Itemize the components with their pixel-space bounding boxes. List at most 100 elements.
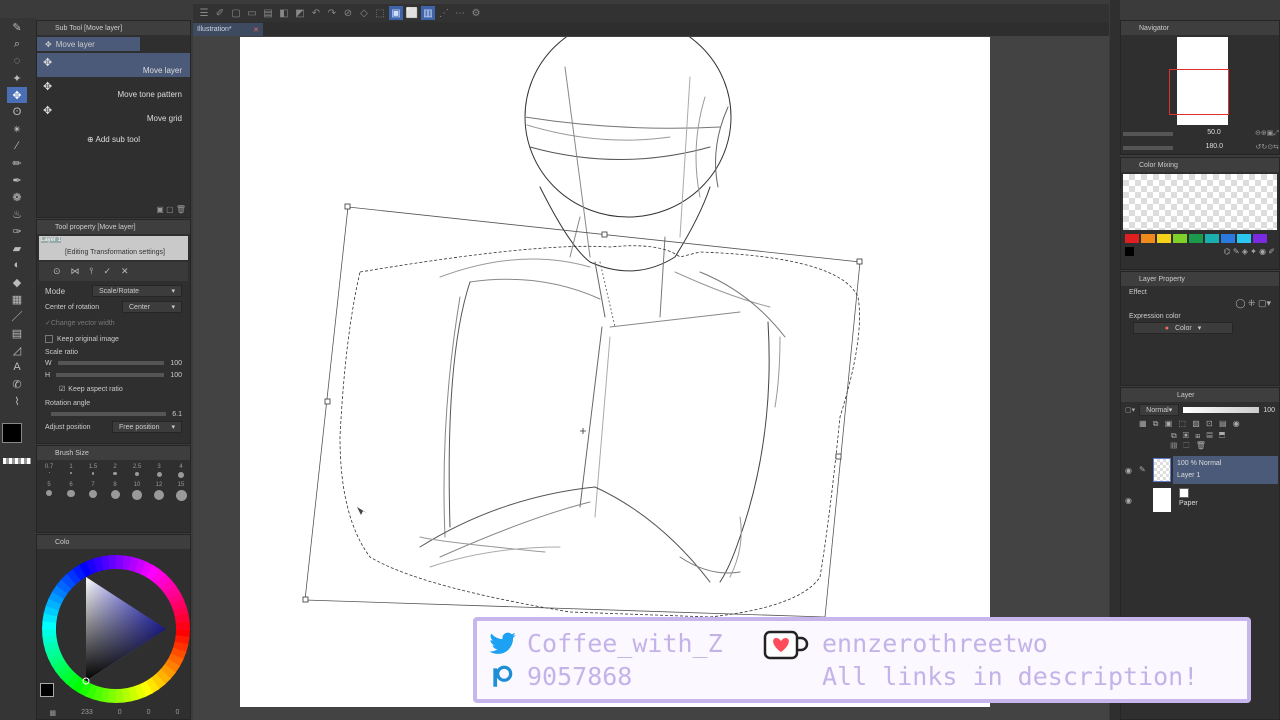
subtool-item-move-tone[interactable]: ✥ Move tone pattern <box>37 77 190 101</box>
rotation-icons[interactable]: ↺↻⊙⇆ <box>1256 143 1279 151</box>
brush-size-option[interactable]: 1.5 <box>83 464 103 480</box>
undo-icon[interactable]: ↶ <box>309 6 323 20</box>
lasso-icon[interactable]: ʘ <box>7 104 27 120</box>
selection-icon[interactable]: ◌ <box>7 53 27 69</box>
balloon-icon[interactable]: ✆ <box>7 376 27 392</box>
gradient-icon[interactable]: ▦ <box>7 291 27 307</box>
brush-size-option[interactable]: 3 <box>149 464 169 480</box>
navigator-thumbnail[interactable] <box>1169 37 1229 125</box>
correct-line-icon[interactable]: ⌇ <box>7 393 27 409</box>
cancel-icon[interactable]: ✕ <box>121 266 129 277</box>
snap-icon[interactable]: ▥ <box>421 6 435 20</box>
keep-original-row[interactable]: Keep original image <box>37 331 190 347</box>
palette-swatch[interactable] <box>1125 234 1139 243</box>
opacity-value[interactable]: 100 <box>1263 407 1275 414</box>
brush-size-option[interactable]: 2 <box>105 464 125 480</box>
pen-settings-icon[interactable]: ✐ <box>213 6 227 20</box>
confirm-icon[interactable]: ✓ <box>103 266 111 277</box>
rotation-slider[interactable] <box>51 412 167 416</box>
menu-icon[interactable]: ☰ <box>197 6 211 20</box>
new-icon[interactable]: ▢ <box>229 6 243 20</box>
palette-swatch[interactable] <box>1189 234 1203 243</box>
tab-illustration[interactable]: Illustration* ✕ <box>193 23 263 36</box>
mode-select[interactable]: Scale/Rotate ▾ <box>92 285 182 297</box>
layer-icon[interactable]: ◧ <box>277 6 291 20</box>
pencil-icon[interactable]: ✏ <box>7 155 27 171</box>
ink-icon[interactable]: ✑ <box>7 223 27 239</box>
brush-size-option[interactable]: 15 <box>171 482 191 503</box>
black-swatch[interactable] <box>1125 247 1134 256</box>
eye-icon[interactable]: ◉ <box>1125 496 1132 505</box>
brush-size-option[interactable]: 1 <box>61 464 81 480</box>
palette-swatch[interactable] <box>1237 234 1251 243</box>
brush-icon[interactable]: ✒ <box>7 172 27 188</box>
subtool-group-label[interactable]: ✥ Move layer <box>37 37 140 51</box>
color-icon[interactable]: ◩ <box>293 6 307 20</box>
navigator-viewport[interactable] <box>1169 69 1229 115</box>
layer-actions-row[interactable]: ⧉ ▣ ⊞ ▤ ⬒ ▥ ⬚ 🗑 <box>1121 430 1279 452</box>
blend-mode-select[interactable]: Normal ▾ <box>1139 404 1180 416</box>
blend-icon[interactable]: ◐ <box>7 257 27 273</box>
move-tool-icon[interactable]: ✥ <box>7 87 27 103</box>
text-icon[interactable]: A <box>7 359 27 375</box>
color-main-swatch[interactable] <box>40 683 54 697</box>
zoom-value[interactable]: 50.0 <box>1207 129 1221 138</box>
brush-size-option[interactable]: 12 <box>149 482 169 503</box>
mix-tool-icons[interactable]: ⌬ ✎ ◈ ✦ ◉ ✐ <box>1224 247 1275 256</box>
center-select[interactable]: Center ▾ <box>122 301 182 313</box>
reset-icon[interactable]: ⊙ <box>53 266 61 277</box>
mixing-canvas[interactable] <box>1123 174 1277 230</box>
subtool-footer-icons[interactable]: ▣ ▢ 🗑 <box>156 205 186 214</box>
keep-aspect-row[interactable]: ☑ Keep aspect ratio <box>37 381 190 397</box>
zoom-slider[interactable] <box>1123 132 1173 136</box>
scale-h-slider[interactable] <box>56 373 165 377</box>
flip-h-icon[interactable]: ⋈ <box>71 266 80 277</box>
select-all-icon[interactable]: ▣ <box>389 6 403 20</box>
clear-icon[interactable]: ⊘ <box>341 6 355 20</box>
deselect-icon[interactable]: ⬜ <box>405 6 419 20</box>
palette-swatch[interactable] <box>1205 234 1219 243</box>
brush-size-option[interactable]: 2.5 <box>127 464 147 480</box>
add-subtool-button[interactable]: ⊕ Add sub tool <box>37 135 190 144</box>
grid-icon[interactable]: ⋯ <box>453 6 467 20</box>
save-icon[interactable]: ▤ <box>261 6 275 20</box>
decoration-icon[interactable]: ❁ <box>7 189 27 205</box>
color-wheel[interactable] <box>38 551 194 707</box>
transform-buttons[interactable]: ⊙ ⋈ ⫯ ✓ ✕ <box>39 262 188 281</box>
zoom-icon[interactable]: ⌕ <box>7 36 27 52</box>
palette-swatch[interactable] <box>1221 234 1235 243</box>
palette-swatch[interactable] <box>1253 234 1267 243</box>
redo-icon[interactable]: ↷ <box>325 6 339 20</box>
subtool-item-move-grid[interactable]: ✥ Move grid <box>37 101 190 125</box>
fill-icon[interactable]: ◆ <box>7 274 27 290</box>
eraser-icon[interactable]: ▰ <box>7 240 27 256</box>
brush-size-option[interactable]: 10 <box>127 482 147 503</box>
layer-row-paper[interactable]: ◉ Paper <box>1121 486 1279 514</box>
close-icon[interactable]: ✕ <box>253 26 259 34</box>
palette-swatch[interactable] <box>1141 234 1155 243</box>
open-icon[interactable]: ▭ <box>245 6 259 20</box>
settings-icon[interactable]: ⚙ <box>469 6 483 20</box>
brush-size-option[interactable]: 8 <box>105 482 125 503</box>
change-vector-row[interactable]: ✓ Change vector width <box>37 315 190 331</box>
adjust-position-select[interactable]: Free position ▾ <box>112 421 182 433</box>
pen-icon[interactable]: ✎ <box>7 19 27 35</box>
wand-icon[interactable]: ✴ <box>7 121 27 137</box>
opacity-slider[interactable] <box>1183 407 1260 413</box>
rotation-slider[interactable] <box>1123 146 1173 150</box>
zoom-icons[interactable]: ⊖⊕▣⤢ <box>1255 129 1279 138</box>
brush-size-option[interactable]: 5 <box>39 482 59 503</box>
palette-swatch[interactable] <box>1157 234 1171 243</box>
brush-size-option[interactable]: 4 <box>171 464 191 480</box>
main-color-swatch[interactable] <box>2 423 22 443</box>
effect-icons[interactable]: ◯ ⁜ ▢▾ <box>1235 298 1271 309</box>
airbrush-icon[interactable]: ♨ <box>7 206 27 222</box>
rotation-value[interactable]: 180.0 <box>1206 143 1224 151</box>
figure-icon[interactable]: ／ <box>7 308 27 324</box>
brush-size-option[interactable]: 7 <box>83 482 103 503</box>
scale-h-value[interactable]: 100 <box>170 372 182 379</box>
subtool-item-move-layer[interactable]: ✥ Move layer <box>37 53 190 77</box>
fill-icon[interactable]: ◇ <box>357 6 371 20</box>
mixing-tools[interactable]: ⌬ ✎ ◈ ✦ ◉ ✐ <box>1121 245 1279 258</box>
layer-tools-row[interactable]: ▦ ⧉ ▣ ⬚ ▨ ⊡ ▤ ◉ <box>1121 418 1279 430</box>
